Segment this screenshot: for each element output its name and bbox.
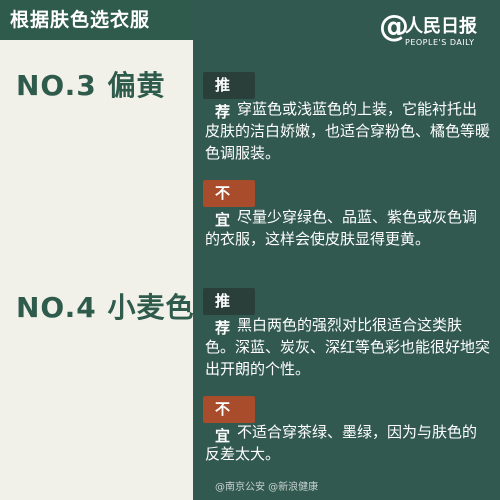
logo-name: 人民日报 bbox=[405, 16, 477, 37]
avoid-tag: 不宜 bbox=[203, 396, 255, 445]
avoid-text: 不适合穿茶绿、墨绿，因为与肤色的反差太大。 bbox=[205, 423, 478, 463]
avoid-text: 尽量少穿绿色、品蓝、紫色或灰色调的衣服，这样会使皮肤显得更黄。 bbox=[205, 208, 478, 248]
page-title: 根据肤色选衣服 bbox=[0, 0, 193, 40]
logo: @ 人民日报 PEOPLE'S DAILY bbox=[379, 12, 477, 48]
recommend-text: 穿蓝色或浅蓝色的上装，它能衬托出皮肤的洁白娇嫩，也适合穿粉色、橘色等暖色调服装。 bbox=[205, 100, 491, 162]
section-label-no4: NO.4 小麦色 bbox=[16, 291, 195, 324]
recommend-tag: 推荐 bbox=[203, 288, 255, 337]
avoid-tag: 不宜 bbox=[203, 180, 255, 229]
section-label-no3: NO.3 偏黄 bbox=[16, 69, 166, 102]
source-credits: @南京公安 @新浪健康 bbox=[215, 482, 319, 493]
recommend-text: 黑白两色的强烈对比很适合这类肤色。深蓝、炭灰、深红等色彩也能很好地突出开朗的个性… bbox=[205, 316, 491, 378]
recommend-tag: 推荐 bbox=[203, 72, 255, 121]
logo-subtitle: PEOPLE'S DAILY bbox=[405, 38, 475, 47]
